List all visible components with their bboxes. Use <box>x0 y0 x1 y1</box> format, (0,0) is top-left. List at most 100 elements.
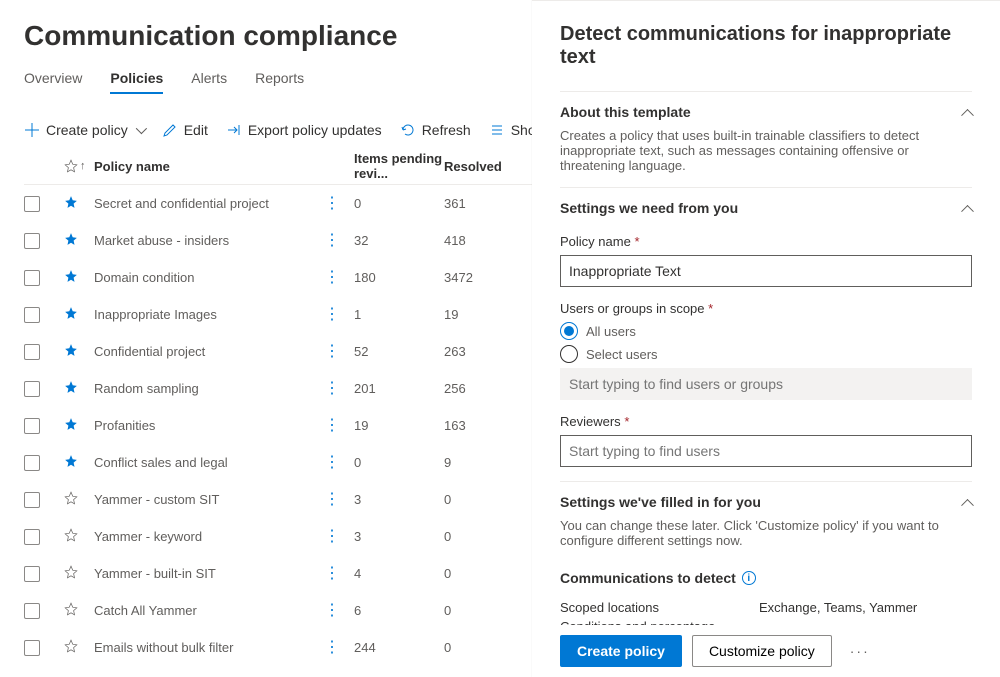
row-items-pending: 32 <box>354 233 444 248</box>
row-items-pending: 3 <box>354 492 444 507</box>
star-icon[interactable] <box>64 454 78 468</box>
chevron-down-icon <box>135 123 146 134</box>
row-items-pending: 201 <box>354 381 444 396</box>
star-column-icon[interactable] <box>64 159 78 173</box>
row-checkbox[interactable] <box>24 640 40 656</box>
radio-unselected-icon <box>560 345 578 363</box>
star-icon[interactable] <box>64 528 78 542</box>
row-menu-button[interactable]: ⋮ <box>324 270 354 286</box>
row-items-pending: 0 <box>354 455 444 470</box>
row-resolved: 418 <box>444 233 504 248</box>
customize-policy-button[interactable]: Customize policy <box>692 635 832 667</box>
communications-to-detect-label: Communications to detect i <box>560 570 756 586</box>
scope-select-users-radio[interactable]: Select users <box>560 345 972 363</box>
row-menu-button[interactable]: ⋮ <box>324 603 354 619</box>
star-icon[interactable] <box>64 306 78 320</box>
create-policy-button[interactable]: Create policy <box>24 122 144 138</box>
radio-selected-icon <box>560 322 578 340</box>
row-resolved: 3472 <box>444 270 504 285</box>
section-settings-needed-toggle[interactable]: Settings we need from you <box>560 188 972 224</box>
export-icon <box>226 122 242 138</box>
row-checkbox[interactable] <box>24 233 40 249</box>
export-button[interactable]: Export policy updates <box>226 122 382 138</box>
more-options-button[interactable]: ··· <box>842 643 878 659</box>
row-resolved: 263 <box>444 344 504 359</box>
create-policy-button[interactable]: Create policy <box>560 635 682 667</box>
row-menu-button[interactable]: ⋮ <box>324 529 354 545</box>
info-icon[interactable]: i <box>742 571 756 585</box>
policy-name-input[interactable] <box>560 255 972 287</box>
scope-select-label: Select users <box>586 347 658 362</box>
row-resolved: 0 <box>444 640 504 655</box>
tab-reports[interactable]: Reports <box>255 70 304 94</box>
edit-button[interactable]: Edit <box>162 122 208 138</box>
scoped-locations-row: Scoped locations Exchange, Teams, Yammer <box>560 600 972 615</box>
tab-overview[interactable]: Overview <box>24 70 82 94</box>
row-menu-button[interactable]: ⋮ <box>324 455 354 471</box>
row-items-pending: 4 <box>354 566 444 581</box>
list-icon <box>489 122 505 138</box>
tab-alerts[interactable]: Alerts <box>191 70 227 94</box>
sort-ascending-icon[interactable]: ↑ <box>80 160 86 172</box>
policy-name-label: Policy name * <box>560 234 972 249</box>
row-checkbox[interactable] <box>24 603 40 619</box>
refresh-button[interactable]: Refresh <box>400 122 471 138</box>
row-items-pending: 180 <box>354 270 444 285</box>
header-policy-name[interactable]: Policy name <box>94 159 324 174</box>
star-icon[interactable] <box>64 565 78 579</box>
row-checkbox[interactable] <box>24 381 40 397</box>
row-resolved: 9 <box>444 455 504 470</box>
row-policy-name: Confidential project <box>94 344 324 359</box>
star-icon[interactable] <box>64 491 78 505</box>
section-settings-filled-toggle[interactable]: Settings we've filled in for you <box>560 482 972 518</box>
panel-title: Detect communications for inappropriate … <box>560 23 972 69</box>
row-checkbox[interactable] <box>24 418 40 434</box>
row-menu-button[interactable]: ⋮ <box>324 307 354 323</box>
row-menu-button[interactable]: ⋮ <box>324 492 354 508</box>
row-checkbox[interactable] <box>24 196 40 212</box>
reviewers-input[interactable] <box>560 435 972 467</box>
star-icon[interactable] <box>64 602 78 616</box>
reviewers-label: Reviewers * <box>560 414 972 429</box>
row-checkbox[interactable] <box>24 492 40 508</box>
row-checkbox[interactable] <box>24 344 40 360</box>
chevron-up-icon <box>961 498 974 511</box>
row-menu-button[interactable]: ⋮ <box>324 418 354 434</box>
section-about-toggle[interactable]: About this template <box>560 92 972 128</box>
row-policy-name: Catch All Yammer <box>94 603 324 618</box>
star-icon[interactable] <box>64 639 78 653</box>
row-items-pending: 1 <box>354 307 444 322</box>
row-resolved: 0 <box>444 492 504 507</box>
row-checkbox[interactable] <box>24 529 40 545</box>
scoped-locations-label: Scoped locations <box>560 600 659 615</box>
row-menu-button[interactable]: ⋮ <box>324 381 354 397</box>
scope-all-label: All users <box>586 324 636 339</box>
row-checkbox[interactable] <box>24 307 40 323</box>
row-menu-button[interactable]: ⋮ <box>324 196 354 212</box>
header-resolved[interactable]: Resolved <box>444 159 504 174</box>
star-icon[interactable] <box>64 195 78 209</box>
tab-policies[interactable]: Policies <box>110 70 163 94</box>
star-icon[interactable] <box>64 417 78 431</box>
header-items-pending[interactable]: Items pending revi... <box>354 151 444 181</box>
scope-all-users-radio[interactable]: All users <box>560 322 972 340</box>
row-policy-name: Profanities <box>94 418 324 433</box>
row-policy-name: Yammer - built-in SIT <box>94 566 324 581</box>
scope-users-input <box>560 368 972 400</box>
star-icon[interactable] <box>64 380 78 394</box>
refresh-label: Refresh <box>422 122 471 138</box>
star-icon[interactable] <box>64 343 78 357</box>
refresh-icon <box>400 122 416 138</box>
row-checkbox[interactable] <box>24 270 40 286</box>
row-resolved: 0 <box>444 603 504 618</box>
row-policy-name: Conflict sales and legal <box>94 455 324 470</box>
star-icon[interactable] <box>64 232 78 246</box>
row-menu-button[interactable]: ⋮ <box>324 233 354 249</box>
row-menu-button[interactable]: ⋮ <box>324 640 354 656</box>
row-menu-button[interactable]: ⋮ <box>324 344 354 360</box>
row-checkbox[interactable] <box>24 566 40 582</box>
row-menu-button[interactable]: ⋮ <box>324 566 354 582</box>
row-checkbox[interactable] <box>24 455 40 471</box>
star-icon[interactable] <box>64 269 78 283</box>
chevron-up-icon <box>961 204 974 217</box>
